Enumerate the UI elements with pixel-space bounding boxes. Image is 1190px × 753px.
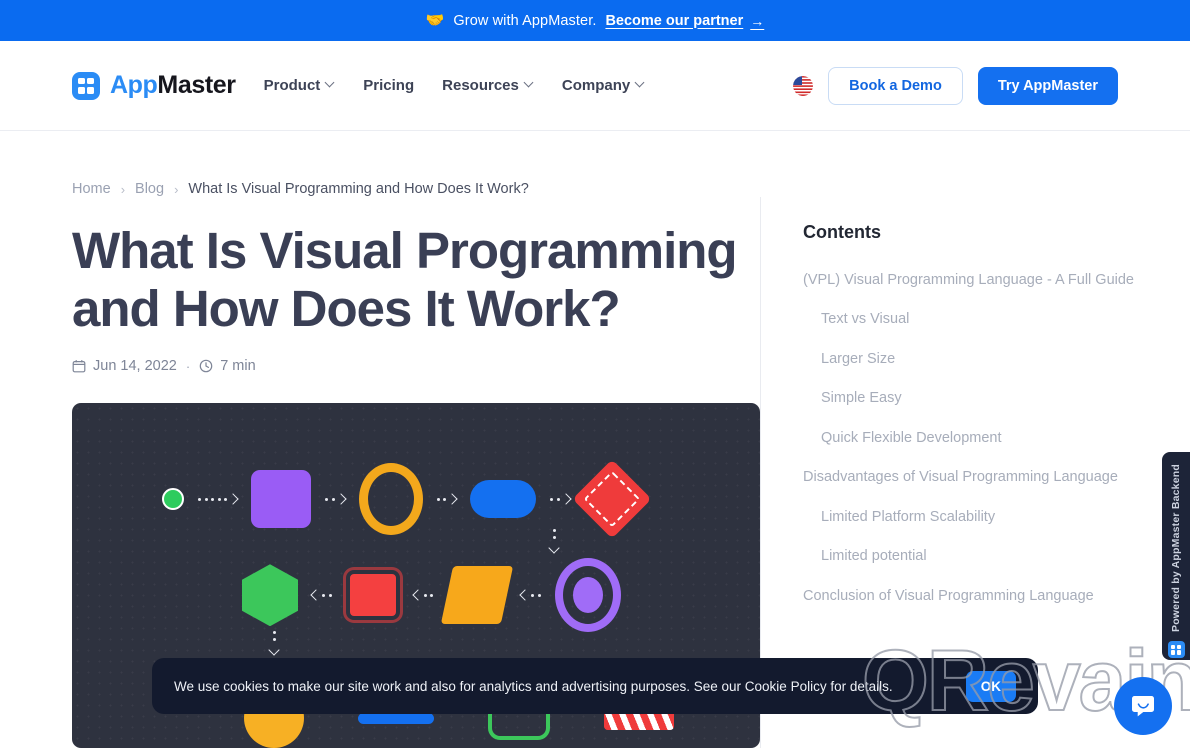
breadcrumb-home[interactable]: Home (72, 181, 111, 197)
cookie-consent-banner: We use cookies to make our site work and… (152, 658, 1038, 714)
logo-home-link[interactable]: AppMaster (72, 71, 236, 100)
us-flag-icon[interactable] (793, 75, 814, 96)
chevron-right-icon: › (174, 181, 179, 197)
clock-icon (199, 359, 213, 373)
nav-item-resources[interactable]: Resources (442, 77, 534, 94)
become-partner-label: Become our partner (605, 12, 744, 29)
toc-item-quick-flexible-development[interactable]: Quick Flexible Development (803, 427, 1145, 449)
flow-node-red-square (345, 570, 400, 621)
flow-node-green-hexagon (242, 564, 298, 627)
breadcrumb-blog[interactable]: Blog (135, 181, 164, 197)
calendar-icon (72, 360, 86, 373)
nav-label-company: Company (561, 77, 631, 94)
logo-wordmark: AppMaster (110, 71, 236, 100)
try-appmaster-button[interactable]: Try AppMaster (977, 66, 1118, 105)
flow-arrow-right (436, 493, 458, 505)
header-actions: Book a Demo Try AppMaster (793, 66, 1118, 105)
read-time-label: 7 min (220, 358, 256, 375)
flowchart-row-1 (162, 459, 652, 539)
toc-item-larger-size[interactable]: Larger Size (803, 348, 1145, 370)
breadcrumb: Home › Blog › What Is Visual Programming… (0, 131, 1190, 197)
logo-app: App (110, 71, 158, 99)
nav-item-pricing[interactable]: Pricing (363, 77, 414, 94)
read-time: 7 min (199, 358, 256, 375)
contents-heading: Contents (803, 222, 881, 242)
become-partner-link[interactable]: Become our partner → (605, 13, 764, 29)
handshake-icon: 🤝 (425, 12, 445, 29)
flow-arrow-right (198, 493, 239, 505)
flow-arrow-left (411, 589, 433, 601)
site-header: AppMaster Product Pricing Resources Comp… (0, 41, 1190, 131)
promo-text: Grow with AppMaster. (453, 12, 597, 29)
powered-by-appmaster-tab[interactable]: Powered by AppMaster Backend (1162, 452, 1190, 660)
flow-node-purple-donut (554, 558, 621, 633)
toc-item-limited-platform-scalability[interactable]: Limited Platform Scalability (803, 506, 1145, 528)
page-root: 🤝 Grow with AppMaster. Become our partne… (0, 0, 1190, 753)
toc-item-vpl-full-guide[interactable]: (VPL) Visual Programming Language - A Fu… (803, 269, 1145, 291)
arrow-right-icon: → (750, 12, 765, 29)
flowchart-row-2 (242, 558, 621, 633)
toc-item-simple-easy[interactable]: Simple Easy (803, 387, 1145, 409)
article-meta: Jun 14, 2022 · 7 min (72, 358, 760, 374)
nav-item-product[interactable]: Product (264, 77, 336, 94)
flow-arrow-right (550, 493, 572, 505)
breadcrumb-current: What Is Visual Programming and How Does … (188, 181, 529, 197)
flow-arrow-down (548, 529, 560, 554)
flow-arrow-right (325, 493, 347, 505)
appmaster-grid-logo-icon (1167, 641, 1185, 659)
toc-item-conclusion[interactable]: Conclusion of Visual Programming Languag… (803, 585, 1145, 607)
promo-banner: 🤝 Grow with AppMaster. Become our partne… (0, 0, 1190, 41)
page-title: What Is Visual Programming and How Does … (72, 222, 738, 338)
logo-master: Master (157, 71, 236, 99)
appmaster-grid-logo-icon (72, 71, 100, 100)
chevron-down-icon (525, 79, 534, 88)
chevron-down-icon (326, 79, 335, 88)
chevron-right-icon: › (120, 181, 126, 197)
flow-node-orange-ring (358, 463, 423, 536)
nav-label-pricing: Pricing (363, 77, 415, 94)
chat-bubble-icon (1132, 696, 1154, 717)
flow-arrow-left (519, 589, 541, 601)
book-demo-button[interactable]: Book a Demo (828, 66, 963, 105)
flow-node-orange-parallelogram (440, 566, 514, 625)
nav-item-company[interactable]: Company (562, 77, 645, 94)
meta-separator: · (185, 358, 191, 374)
flow-node-blue-pill (470, 480, 536, 519)
flow-node-start-circle (162, 488, 184, 511)
main-nav: Product Pricing Resources Company (264, 77, 646, 94)
flow-node-purple-rect (251, 470, 311, 529)
contents-list: (VPL) Visual Programming Language - A Fu… (803, 269, 1145, 624)
nav-label-product: Product (263, 77, 321, 94)
cookie-accept-button[interactable]: OK (965, 670, 1016, 702)
cookie-consent-text: We use cookies to make our site work and… (174, 678, 893, 694)
toc-item-disadvantages[interactable]: Disadvantages of Visual Programming Lang… (803, 466, 1145, 488)
flow-arrow-down (268, 631, 280, 656)
flow-arrow-left (310, 589, 332, 601)
publish-date-label: Jun 14, 2022 (93, 358, 177, 375)
flow-node-blue-bar (358, 712, 434, 724)
powered-by-label: Powered by AppMaster Backend (1170, 464, 1182, 633)
toc-item-text-vs-visual[interactable]: Text vs Visual (803, 308, 1145, 330)
toc-item-limited-potential[interactable]: Limited potential (803, 545, 1145, 567)
nav-label-resources: Resources (442, 77, 519, 94)
flow-node-red-diamond (571, 459, 652, 539)
chat-widget-button[interactable] (1114, 677, 1172, 735)
chevron-down-icon (636, 79, 645, 88)
publish-date: Jun 14, 2022 (72, 358, 177, 374)
